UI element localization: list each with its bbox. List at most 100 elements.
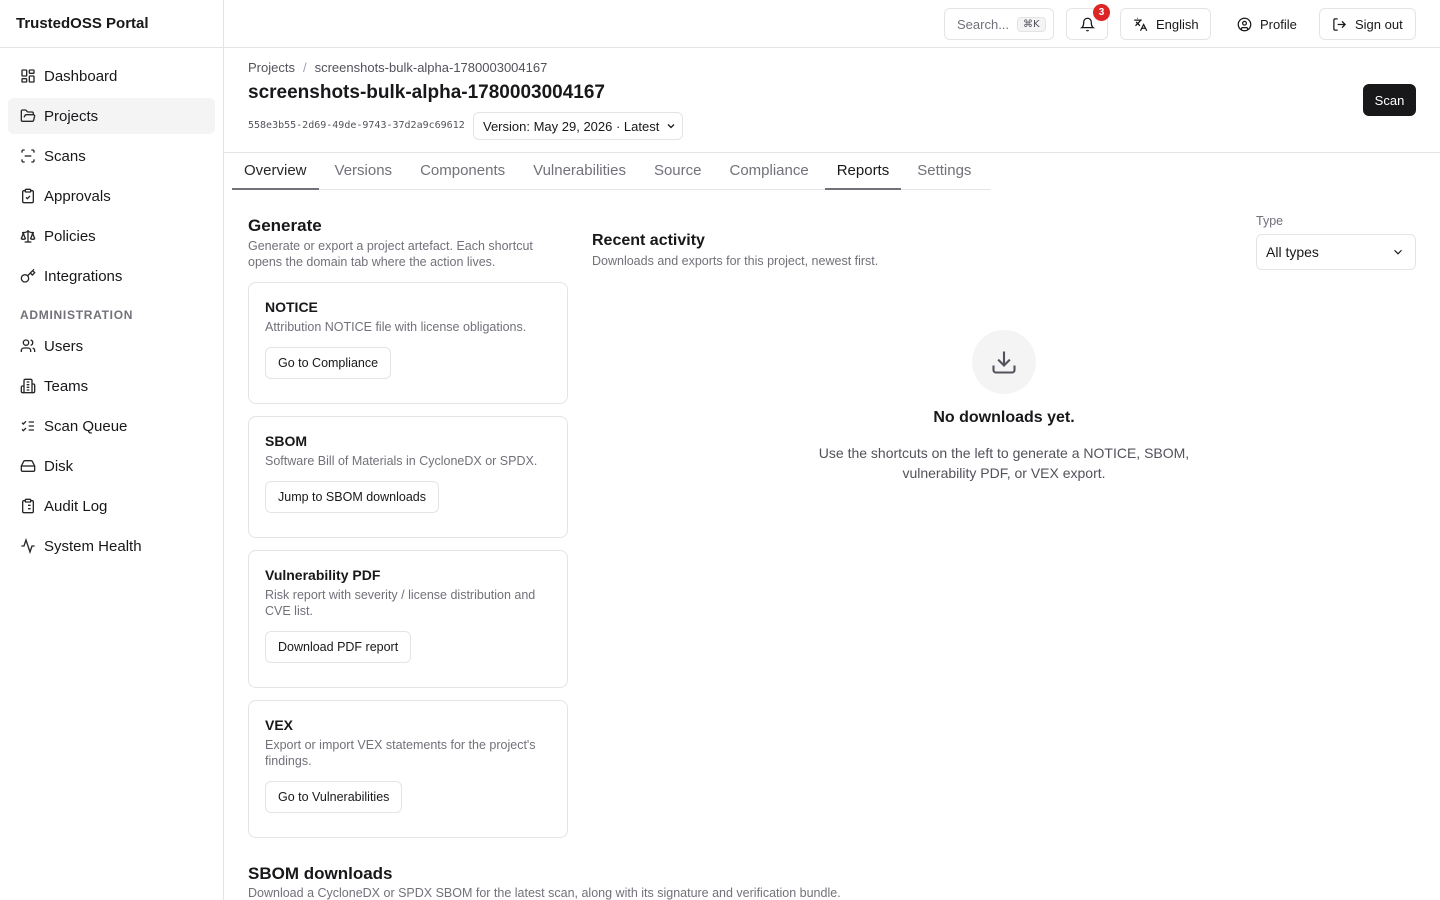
- sidebar-item-scans[interactable]: Scans: [8, 138, 215, 174]
- sidebar-item-policies[interactable]: Policies: [8, 218, 215, 254]
- go-to-compliance-button[interactable]: Go to Compliance: [265, 347, 392, 379]
- key-icon: [20, 268, 36, 284]
- tab-versions[interactable]: Versions: [323, 152, 405, 189]
- sidebar-item-projects[interactable]: Projects: [8, 98, 215, 134]
- tab-components[interactable]: Components: [408, 152, 517, 189]
- type-filter-value: All types: [1266, 244, 1319, 260]
- sidebar-item-label: Scans: [44, 147, 86, 165]
- sidebar-item-disk[interactable]: Disk: [8, 448, 215, 484]
- notification-badge: 3: [1093, 4, 1110, 21]
- card-description: Export or import VEX statements for the …: [265, 738, 536, 768]
- sidebar-item-integrations[interactable]: Integrations: [8, 258, 215, 294]
- empty-state-title: No downloads yet.: [933, 409, 1075, 426]
- scan-button[interactable]: Scan: [1363, 84, 1416, 116]
- type-filter-label: Type: [1256, 214, 1284, 228]
- chevron-down-icon: [665, 120, 677, 132]
- activity-icon: [20, 538, 36, 554]
- sidebar-item-label: Users: [44, 337, 84, 355]
- sidebar-item-system-health[interactable]: System Health: [8, 528, 215, 564]
- card-description: Attribution NOTICE file with license obl…: [265, 320, 527, 334]
- language-label: English: [1156, 16, 1199, 32]
- language-button[interactable]: English: [1120, 8, 1211, 40]
- sidebar-item-label: Approvals: [44, 187, 111, 205]
- scan-icon: [20, 148, 36, 164]
- download-icon: [972, 330, 1036, 394]
- tab-reports[interactable]: Reports: [824, 152, 902, 190]
- sidebar-item-users[interactable]: Users: [8, 328, 215, 364]
- sign-out-label: Sign out: [1355, 16, 1403, 32]
- sign-out-button[interactable]: Sign out: [1319, 8, 1416, 40]
- vex-card: VEX Export or import VEX statements for …: [248, 700, 568, 838]
- list-checks-icon: [20, 418, 36, 434]
- card-description: Risk report with severity / license dist…: [265, 588, 536, 618]
- empty-state-description: Use the shortcuts on the left to generat…: [818, 445, 1190, 481]
- jump-to-sbom-downloads-button[interactable]: Jump to SBOM downloads: [265, 481, 439, 513]
- generate-description: Generate or export a project artefact. E…: [248, 239, 533, 269]
- breadcrumb-current: screenshots-bulk-alpha-1780003004167: [314, 60, 548, 75]
- sidebar-item-dashboard[interactable]: Dashboard: [8, 58, 215, 94]
- type-filter-select[interactable]: All types: [1256, 234, 1416, 270]
- sidebar-item-label: Disk: [44, 457, 74, 475]
- notifications-button[interactable]: 3: [1066, 4, 1110, 40]
- recent-activity-description: Downloads and exports for this project, …: [592, 254, 879, 268]
- generate-heading: Generate: [248, 216, 322, 235]
- dashboard-icon: [20, 68, 36, 84]
- project-uuid: 558e3b55-2d69-49de-9743-37d2a9c69612: [248, 120, 465, 131]
- project-tabs: Overview Versions Components Vulnerabili…: [232, 152, 991, 190]
- translate-icon: [1133, 17, 1156, 32]
- tab-overview[interactable]: Overview: [232, 152, 319, 190]
- admin-section-label: ADMINISTRATION: [20, 308, 134, 322]
- tab-source[interactable]: Source: [642, 152, 714, 189]
- search-shortcut: ⌘K: [1017, 16, 1046, 32]
- sidebar-item-label: Scan Queue: [44, 417, 128, 435]
- sidebar-item-label: Teams: [44, 377, 89, 395]
- scale-icon: [20, 228, 36, 244]
- profile-label: Profile: [1260, 16, 1297, 32]
- app-title: TrustedOSS Portal: [0, 0, 223, 48]
- user-circle-icon: [1237, 17, 1260, 32]
- folder-icon: [20, 108, 36, 124]
- vulnerability-pdf-card: Vulnerability PDF Risk report with sever…: [248, 550, 568, 688]
- sbom-downloads-heading: SBOM downloads: [248, 864, 393, 883]
- tab-vulnerabilities[interactable]: Vulnerabilities: [521, 152, 638, 189]
- sidebar-item-label: Audit Log: [44, 497, 108, 515]
- sidebar-item-label: Policies: [44, 227, 96, 245]
- users-icon: [20, 338, 36, 354]
- card-title: VEX: [265, 717, 294, 733]
- version-select[interactable]: Version: May 29, 2026 · Latest: [473, 112, 683, 140]
- building-icon: [20, 378, 36, 394]
- bell-icon: [1079, 17, 1095, 32]
- topbar: Search... ⌘K 3 English Profile Sign out: [224, 0, 1440, 48]
- hard-drive-icon: [20, 458, 36, 474]
- sidebar-item-label: Integrations: [44, 267, 123, 285]
- card-title: Vulnerability PDF: [265, 567, 381, 583]
- search-input[interactable]: Search... ⌘K: [944, 8, 1054, 40]
- sidebar-item-audit-log[interactable]: Audit Log: [8, 488, 215, 524]
- sbom-card: SBOM Software Bill of Materials in Cyclo…: [248, 416, 568, 538]
- tab-settings[interactable]: Settings: [905, 152, 983, 189]
- sidebar-item-approvals[interactable]: Approvals: [8, 178, 215, 214]
- notice-card: NOTICE Attribution NOTICE file with lice…: [248, 282, 568, 404]
- sidebar-item-label: System Health: [44, 537, 142, 555]
- card-title: SBOM: [265, 433, 307, 449]
- sidebar: TrustedOSS Portal Dashboard Projects Sca…: [0, 0, 224, 900]
- page-title: screenshots-bulk-alpha-1780003004167: [248, 82, 605, 103]
- profile-button[interactable]: Profile: [1224, 8, 1308, 40]
- clipboard-list-icon: [20, 498, 36, 514]
- breadcrumb: Projects / screenshots-bulk-alpha-178000…: [248, 60, 547, 75]
- recent-activity-heading: Recent activity: [592, 232, 705, 249]
- download-pdf-report-button[interactable]: Download PDF report: [265, 631, 412, 663]
- breadcrumb-projects-link[interactable]: Projects: [248, 60, 295, 75]
- sidebar-item-scan-queue[interactable]: Scan Queue: [8, 408, 215, 444]
- search-placeholder: Search...: [957, 16, 1010, 32]
- chevron-down-icon: [1391, 245, 1405, 259]
- card-title: NOTICE: [265, 299, 318, 315]
- breadcrumb-separator: /: [302, 60, 307, 75]
- sidebar-item-teams[interactable]: Teams: [8, 368, 215, 404]
- card-description: Software Bill of Materials in CycloneDX …: [265, 454, 538, 468]
- go-to-vulnerabilities-button[interactable]: Go to Vulnerabilities: [265, 781, 403, 813]
- sbom-downloads-description: Download a CycloneDX or SPDX SBOM for th…: [248, 886, 841, 900]
- tab-compliance[interactable]: Compliance: [717, 152, 820, 189]
- sidebar-item-label: Projects: [44, 107, 99, 125]
- version-label: Version: May 29, 2026 · Latest: [483, 118, 660, 134]
